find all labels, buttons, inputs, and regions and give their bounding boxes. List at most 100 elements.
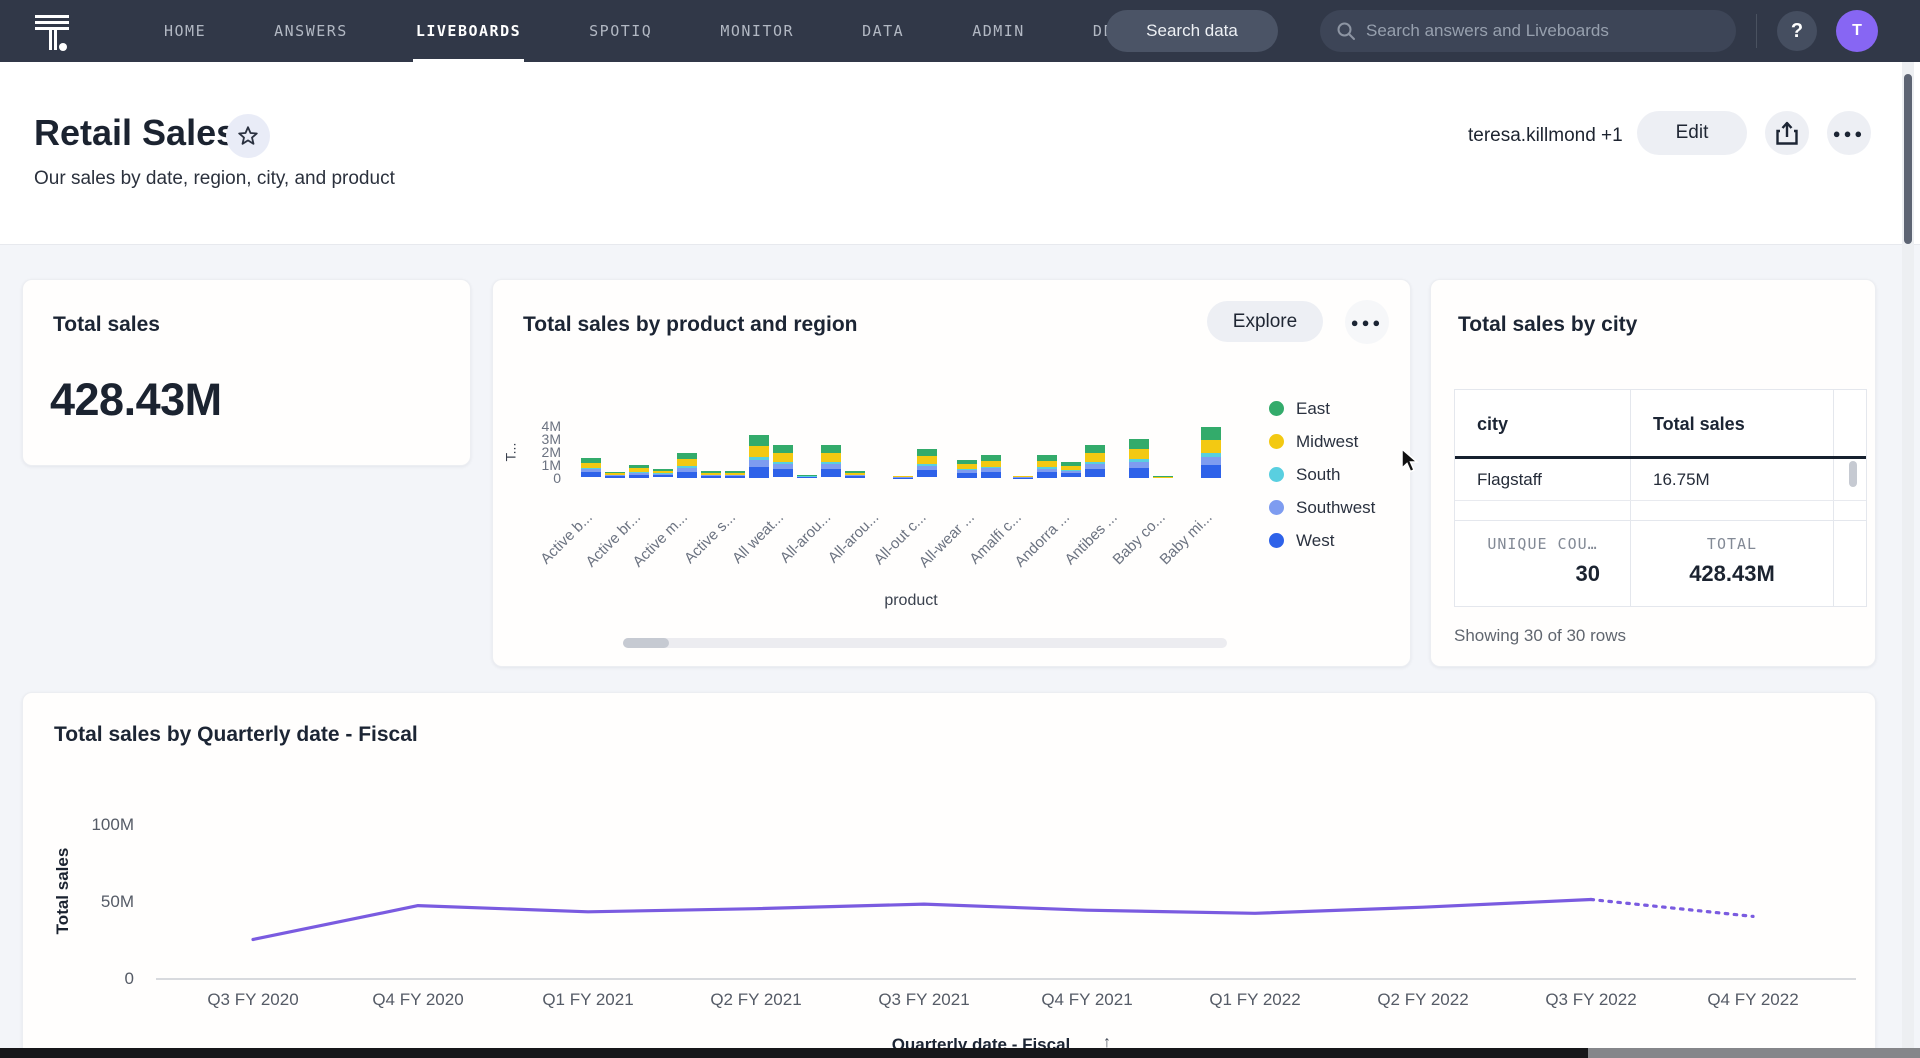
column-header-total-sales[interactable]: Total sales xyxy=(1631,390,1834,456)
bar-segment-west xyxy=(581,472,601,477)
stacked-bar-20[interactable] xyxy=(1085,445,1105,478)
bar-segment-west xyxy=(957,473,977,478)
legend-dot-midwest xyxy=(1269,434,1284,449)
global-search-input[interactable]: Search answers and Liveboards xyxy=(1320,10,1736,52)
bar-chart-card: Total sales by product and region Explor… xyxy=(492,279,1411,667)
more-options-button[interactable]: ●●● xyxy=(1827,111,1871,155)
explore-button[interactable]: Explore xyxy=(1207,301,1323,342)
column-header-spacer xyxy=(1834,390,1866,456)
legend-item-midwest[interactable]: Midwest xyxy=(1269,425,1375,458)
bar-segment-west xyxy=(1037,472,1057,478)
stacked-bar-21[interactable] xyxy=(1129,439,1149,478)
nav-menu: HOME ANSWERS LIVEBOARDS SPOTIQ MONITOR DATA AD… xyxy=(161,0,1170,62)
chart-scrollbar-thumb[interactable] xyxy=(623,638,669,648)
stacked-bar-9[interactable] xyxy=(773,445,793,478)
line-x-label: Q3 FY 2022 xyxy=(1521,990,1661,1010)
stacked-bar-8[interactable] xyxy=(749,435,769,478)
stacked-bar-13[interactable] xyxy=(893,476,913,478)
help-button[interactable]: ? xyxy=(1777,11,1817,51)
kpi-card-total-sales[interactable]: Total sales 428.43M xyxy=(22,279,471,466)
bar-segment-midwest xyxy=(1129,449,1149,460)
search-data-button[interactable]: Search data xyxy=(1106,10,1278,52)
bar-segment-west xyxy=(821,469,841,477)
stacked-bar-18[interactable] xyxy=(1037,455,1057,478)
cell-total-sales: 16.75M xyxy=(1631,459,1834,500)
stacked-bar-2[interactable] xyxy=(605,472,625,478)
line-chart-title: Total sales by Quarterly date - Fiscal xyxy=(54,723,418,747)
bar-chart-title: Total sales by product and region xyxy=(523,313,858,337)
legend-item-west[interactable]: West xyxy=(1269,524,1375,557)
bar-segment-west xyxy=(845,476,865,478)
legend-label: South xyxy=(1296,465,1340,485)
bar-segment-west xyxy=(917,470,937,477)
favorite-star-button[interactable] xyxy=(226,114,270,158)
line-y-tick-100M: 100M xyxy=(54,815,134,835)
stacked-bar-5[interactable] xyxy=(677,453,697,478)
user-avatar[interactable]: T xyxy=(1836,10,1878,52)
nav-divider xyxy=(1756,14,1757,48)
stacked-bar-12[interactable] xyxy=(845,471,865,478)
bar-segment-west xyxy=(749,467,769,478)
collaborator-avatar-n[interactable]: N xyxy=(1370,114,1414,158)
page-horizontal-scrollbar-track[interactable] xyxy=(1588,1048,1920,1058)
line-series-forecast-dotted xyxy=(1591,900,1753,917)
legend-item-east[interactable]: East xyxy=(1269,392,1375,425)
table-header-row: cityTotal sales xyxy=(1455,390,1866,456)
nav-item-liveboards[interactable]: LIVEBOARDS xyxy=(413,0,524,62)
stacked-bar-22[interactable] xyxy=(1153,476,1173,478)
nav-item-home[interactable]: HOME xyxy=(161,0,209,62)
legend-item-southwest[interactable]: Southwest xyxy=(1269,491,1375,524)
stacked-bar-6[interactable] xyxy=(701,471,721,478)
bar-segment-southwest xyxy=(749,460,769,467)
line-x-label: Q3 FY 2020 xyxy=(183,990,323,1010)
chart-horizontal-scrollbar[interactable] xyxy=(623,638,1227,648)
nav-item-spotiq[interactable]: SPOTIQ xyxy=(586,0,655,62)
collaborator-avatar-t[interactable]: T xyxy=(1410,114,1454,158)
stacked-bar-15[interactable] xyxy=(957,460,977,478)
city-sales-table: cityTotal salesFlagstaff16.75MUNIQUE COU… xyxy=(1454,389,1867,607)
bar-segment-west xyxy=(797,477,817,478)
line-y-tick-0: 0 xyxy=(54,969,134,989)
bar-x-label: All-arou... xyxy=(777,509,834,566)
nav-item-answers[interactable]: ANSWERS xyxy=(271,0,351,62)
stacked-bar-17[interactable] xyxy=(1013,476,1033,478)
line-chart-card: Total sales by Quarterly date - Fiscal T… xyxy=(22,692,1876,1058)
nav-item-monitor[interactable]: MONITOR xyxy=(717,0,797,62)
stacked-bar-3[interactable] xyxy=(629,465,649,478)
page-vertical-scrollbar-thumb[interactable] xyxy=(1904,74,1912,244)
summary-total: TOTAL428.43M xyxy=(1631,521,1834,606)
search-placeholder: Search answers and Liveboards xyxy=(1366,21,1609,41)
bar-segment-west xyxy=(629,475,649,478)
stacked-bar-1[interactable] xyxy=(581,458,601,478)
bar-segment-west xyxy=(1085,469,1105,477)
page-horizontal-scrollbar-thumb[interactable] xyxy=(0,1048,1588,1058)
stacked-bar-19[interactable] xyxy=(1061,462,1081,478)
share-button[interactable] xyxy=(1765,111,1809,155)
stacked-bar-11[interactable] xyxy=(821,445,841,478)
stacked-bar-14[interactable] xyxy=(917,449,937,478)
legend-label: Midwest xyxy=(1296,432,1358,452)
thoughtspot-logo[interactable] xyxy=(30,9,76,55)
line-x-label: Q2 FY 2022 xyxy=(1353,990,1493,1010)
stacked-bar-10[interactable] xyxy=(797,475,817,478)
bar-card-more-button[interactable]: ●●● xyxy=(1345,300,1389,344)
column-header-city[interactable]: city xyxy=(1455,390,1631,456)
kpi-card-title: Total sales xyxy=(53,313,160,337)
legend-dot-south xyxy=(1269,467,1284,482)
nav-item-admin[interactable]: ADMIN xyxy=(969,0,1028,62)
bar-segment-midwest xyxy=(749,446,769,458)
table-card: Total sales by city cityTotal salesFlags… xyxy=(1430,279,1876,667)
nav-item-data[interactable]: DATA xyxy=(859,0,907,62)
stacked-bar-23[interactable] xyxy=(1201,427,1221,478)
edit-button[interactable]: Edit xyxy=(1637,111,1747,155)
table-row[interactable]: Flagstaff16.75M xyxy=(1455,459,1866,501)
stacked-bar-4[interactable] xyxy=(653,469,673,478)
stacked-bar-7[interactable] xyxy=(725,471,745,478)
bar-segment-west xyxy=(1129,468,1149,478)
thoughtspot-logo-icon xyxy=(30,9,76,55)
line-x-label: Q4 FY 2021 xyxy=(1017,990,1157,1010)
table-scrollbar-thumb[interactable] xyxy=(1849,461,1857,487)
stacked-bar-16[interactable] xyxy=(981,455,1001,478)
legend-item-south[interactable]: South xyxy=(1269,458,1375,491)
collaborators-label[interactable]: teresa.killmond +1 xyxy=(1468,125,1623,147)
